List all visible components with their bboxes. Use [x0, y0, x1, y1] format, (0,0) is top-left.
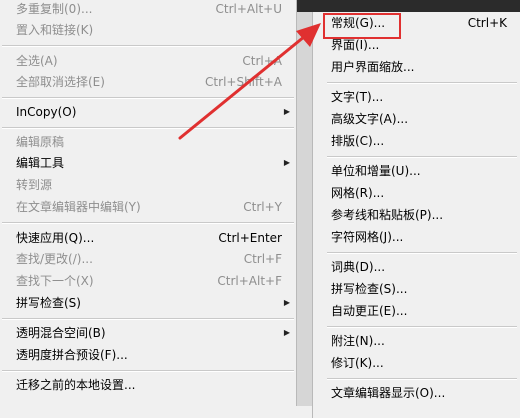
annotation-arrow-icon — [178, 23, 321, 140]
